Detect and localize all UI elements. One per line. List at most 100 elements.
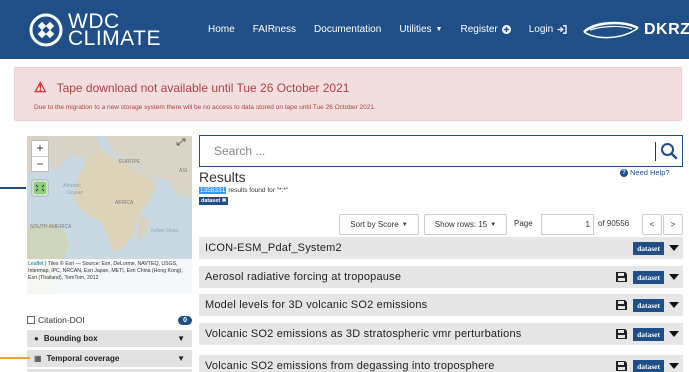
nav-documentation-label: Documentation	[314, 24, 382, 35]
citation-doi-checkbox[interactable]	[27, 316, 35, 324]
result-row[interactable]: Model levels for 3D volcanic SO2 emissio…	[199, 294, 683, 316]
expand-triangle-icon[interactable]	[669, 363, 679, 369]
page-label: Page	[514, 219, 533, 228]
dkrz-logo-text: DKRZ	[644, 21, 689, 38]
next-page-button[interactable]: >	[663, 214, 683, 235]
warning-icon: ⚠	[34, 79, 47, 95]
question-icon: ?	[620, 168, 628, 177]
search-divider	[655, 142, 656, 161]
result-title[interactable]: Volcanic SO2 emissions as 3D stratospher…	[199, 328, 521, 340]
nav-fairness[interactable]: FAIRness	[253, 24, 296, 35]
plus-circle-icon	[501, 25, 511, 34]
alert-title: Tape download not available until Tue 26…	[56, 80, 350, 95]
result-title[interactable]: Model levels for 3D volcanic SO2 emissio…	[199, 299, 427, 311]
draw-rectangle-icon[interactable]	[31, 179, 49, 197]
map-label-ocean: Ocean	[67, 190, 83, 196]
calendar-icon: ▦	[34, 354, 42, 363]
zoom-out-button[interactable]: −	[32, 156, 48, 171]
results-count: 1358331 results found for "*:*"	[199, 187, 288, 194]
globe-icon: ●	[34, 334, 39, 343]
map-label-atlantic: Atlantic	[62, 183, 81, 189]
expand-triangle-icon[interactable]	[669, 274, 679, 280]
result-title[interactable]: Volcanic SO2 emissions from degassing in…	[199, 360, 495, 372]
page-total: of 90556	[598, 219, 630, 228]
citation-doi-count-badge: 0	[178, 315, 192, 325]
results-count-number: 1358331	[199, 187, 227, 194]
nav-links: Home FAIRness Documentation Utilities ▼ R…	[208, 0, 585, 59]
facet-temporal-coverage[interactable]: ▦ Temporal coverage ▼	[27, 350, 192, 368]
temporal-coverage-label: Temporal coverage	[46, 354, 120, 363]
dataset-filter-tag[interactable]: dataset ✖	[199, 197, 229, 205]
dataset-badge: dataset	[633, 241, 664, 255]
rows-per-page-dropdown[interactable]: Show rows: 15 ▼	[424, 214, 507, 235]
zoom-control: + −	[31, 140, 49, 172]
wdc-climate-logo[interactable]: WDC CLIMATE	[28, 11, 161, 49]
citation-doi-label: Citation-DOI	[38, 315, 85, 325]
result-title[interactable]: Aerosol radiative forcing at tropopause	[199, 271, 401, 283]
sort-dropdown[interactable]: Sort by Score ▼	[339, 214, 419, 235]
save-icon[interactable]	[616, 272, 628, 282]
nav-utilities-label: Utilities	[399, 24, 432, 35]
page-number-input[interactable]	[541, 214, 594, 235]
logo-line-2: CLIMATE	[68, 27, 161, 50]
dataset-badge: dataset	[633, 327, 664, 341]
zoom-in-button[interactable]: +	[32, 141, 48, 156]
sort-label: Sort by Score	[350, 220, 399, 229]
search-box	[199, 135, 683, 167]
map-label-indian-ocean: Indian Ocea	[151, 228, 178, 234]
nav-fairness-label: FAIRness	[252, 24, 297, 35]
map-label-asia: ASI	[179, 168, 187, 174]
result-row[interactable]: Volcanic SO2 emissions from degassing in…	[199, 355, 683, 372]
caret-down-icon: ▼	[177, 354, 185, 363]
caret-down-icon: ▼	[490, 221, 497, 228]
wdc-logo-icon	[29, 13, 63, 47]
nav-utilities-dropdown[interactable]: Utilities ▼	[399, 24, 442, 35]
save-icon[interactable]	[616, 329, 628, 339]
facet-citation-doi[interactable]: Citation-DOI 0	[27, 311, 192, 329]
caret-down-icon: ▼	[177, 334, 185, 343]
expand-triangle-icon[interactable]	[669, 245, 679, 251]
dkrz-swoosh-icon	[583, 21, 639, 39]
expand-triangle-icon[interactable]	[669, 302, 679, 308]
search-icon[interactable]	[660, 142, 678, 160]
leaflet-link[interactable]: Leaflet	[28, 261, 44, 267]
dataset-badge: dataset	[633, 270, 664, 284]
nav-register-label: Register	[460, 24, 498, 35]
map-label-south-america: SOUTH AMERICA	[30, 224, 72, 230]
dataset-badge: dataset	[633, 359, 664, 372]
map-label-europe: EUROPE	[119, 159, 141, 165]
map-label-africa: AFRICA	[115, 200, 134, 206]
dataset-badge: dataset	[633, 298, 664, 312]
nav-home[interactable]: Home	[208, 24, 235, 35]
save-icon[interactable]	[616, 361, 628, 371]
caret-down-icon: ▼	[435, 26, 443, 33]
dkrz-logo[interactable]: DKRZ	[582, 18, 689, 42]
top-navbar: WDC CLIMATE Home FAIRness Documentation …	[0, 0, 689, 59]
nav-register[interactable]: Register	[460, 24, 511, 35]
bounding-box-label: Bounding box	[43, 334, 98, 343]
left-accent-line-orange	[0, 357, 30, 359]
tape-alert: ⚠ Tape download not available until Tue …	[14, 67, 682, 121]
login-icon	[557, 25, 567, 34]
map-attribution-text: | Tiles © Esri — Source: Esri, DeLorme, …	[28, 261, 183, 281]
search-input[interactable]	[200, 136, 640, 166]
save-icon[interactable]	[616, 300, 628, 310]
nav-login-label: Login	[528, 24, 554, 35]
expand-triangle-icon[interactable]	[669, 331, 679, 337]
results-count-suffix: results found for "*:*"	[228, 187, 289, 194]
nav-documentation[interactable]: Documentation	[314, 24, 381, 35]
map-attribution: Leaflet | Tiles © Esri — Source: Esri, D…	[27, 259, 192, 297]
result-row[interactable]: Volcanic SO2 emissions as 3D stratospher…	[199, 323, 683, 345]
nav-login[interactable]: Login	[529, 24, 567, 35]
prev-page-button[interactable]: <	[642, 214, 662, 235]
result-row[interactable]: Aerosol radiative forcing at tropopause …	[199, 266, 683, 288]
result-title[interactable]: ICON-ESM_Pdaf_System2	[199, 242, 342, 254]
result-row[interactable]: ICON-ESM_Pdaf_System2 dataset	[199, 237, 683, 259]
nav-home-label: Home	[208, 24, 235, 35]
need-help-label: Need Help?	[630, 168, 670, 177]
need-help-link[interactable]: ? Need Help?	[620, 168, 670, 177]
alert-body: Due to the migration to a new storage sy…	[34, 104, 376, 111]
facet-bounding-box[interactable]: ● Bounding box ▼	[27, 330, 192, 348]
left-accent-line	[0, 187, 26, 189]
rows-label: Show rows: 15	[434, 220, 488, 229]
